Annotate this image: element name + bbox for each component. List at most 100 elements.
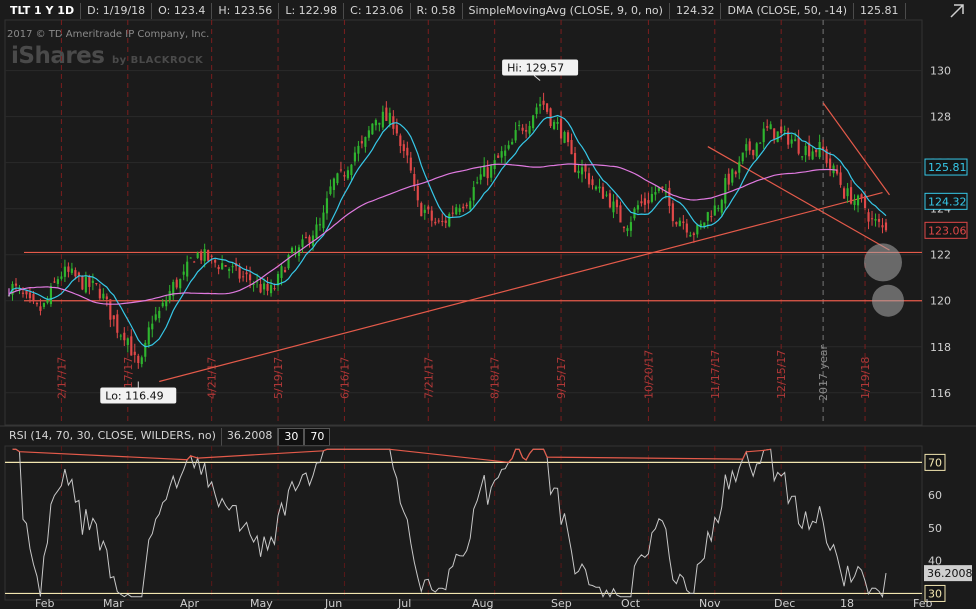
candle-body: [867, 212, 870, 222]
candle-body: [28, 292, 32, 299]
candle-body: [343, 175, 346, 177]
candle-body: [409, 157, 412, 171]
candle-body: [671, 203, 674, 222]
candle-body: [518, 125, 521, 127]
annotation-label: Lo: 116.49: [105, 390, 163, 403]
date-marker-label: 10/20/17: [642, 350, 655, 399]
year-marker-label: 2017 year: [817, 344, 830, 401]
candle-body: [14, 283, 18, 286]
candle-body: [420, 203, 423, 217]
candle-body: [546, 103, 549, 112]
candle-body: [507, 145, 510, 149]
candle-body: [776, 131, 779, 143]
candle-body: [49, 285, 53, 305]
candle-body: [682, 221, 685, 223]
candle-body: [423, 209, 426, 213]
candle-body: [755, 143, 758, 157]
candle-body: [587, 173, 591, 185]
candle-body: [692, 233, 695, 236]
candle-body: [511, 142, 514, 145]
candle-body: [350, 164, 353, 176]
candle-body: [769, 124, 772, 130]
candle-body: [720, 199, 723, 213]
candle-body: [74, 270, 77, 277]
candle-body: [315, 224, 318, 239]
candle-body: [479, 174, 482, 180]
candle-body: [154, 314, 157, 320]
candle-body: [56, 279, 59, 284]
candle-body: [301, 239, 304, 247]
candle-body: [643, 198, 646, 205]
candle-body: [689, 235, 692, 237]
candle-body: [175, 279, 178, 288]
candle-body: [35, 303, 39, 305]
candle-body: [402, 144, 405, 152]
candle-body: [437, 220, 440, 222]
candle-body: [849, 187, 853, 204]
candle-body: [102, 293, 105, 299]
candle-body: [140, 357, 143, 365]
candle-body: [773, 128, 776, 139]
candle-body: [556, 121, 559, 124]
candle-body: [165, 300, 168, 307]
candle-body: [123, 332, 126, 341]
candle-body: [224, 265, 227, 267]
rsi-value-label: 36.2008: [927, 567, 973, 580]
candle-body: [469, 201, 472, 210]
candle-body: [874, 219, 877, 221]
candle-body: [39, 306, 42, 311]
candle-body: [863, 196, 867, 209]
candle-body: [881, 225, 884, 228]
candle-body: [318, 224, 322, 226]
candle-body: [77, 272, 80, 276]
candle-body: [860, 194, 863, 199]
candle-body: [552, 121, 556, 129]
candle-body: [514, 130, 517, 141]
candle-body: [500, 151, 503, 158]
candle-body: [193, 261, 196, 263]
candle-body: [434, 221, 437, 224]
candle-body: [371, 123, 374, 135]
candle-body: [675, 222, 678, 225]
candle-body: [329, 186, 332, 195]
candle-body: [53, 281, 56, 283]
candle-body: [706, 212, 709, 221]
candle-body: [448, 214, 451, 227]
candle-body: [472, 187, 475, 201]
candle-body: [378, 122, 381, 125]
price-axis-tick: 122: [930, 249, 951, 262]
candle-body: [734, 171, 737, 175]
candle-body: [116, 314, 119, 333]
candle-body: [661, 186, 664, 189]
candle-body: [308, 236, 311, 243]
date-marker-label: 9/15/17: [555, 357, 568, 399]
candle-body: [91, 280, 94, 283]
month-axis-label: May: [250, 597, 273, 609]
month-axis-label: Apr: [180, 597, 200, 609]
candle-body: [528, 125, 531, 134]
annotation-label: Hi: 129.57: [507, 62, 564, 75]
candle-body: [713, 205, 716, 216]
candle-body: [98, 288, 101, 299]
candle-body: [566, 132, 570, 143]
candle-body: [63, 266, 66, 277]
date-marker-label: 6/16/17: [338, 357, 351, 399]
candle-body: [262, 283, 266, 290]
candle-body: [752, 149, 755, 156]
candle-body: [25, 290, 28, 295]
candle-body: [21, 292, 25, 294]
candle-body: [815, 149, 818, 153]
candle-body: [130, 336, 133, 356]
candle-body: [126, 338, 129, 346]
candle-body: [67, 266, 70, 272]
candle-body: [179, 279, 182, 289]
candle-body: [357, 145, 360, 154]
candle-body: [151, 323, 154, 330]
price-chart-canvas[interactable]: 1161181201221241261281302/17/173/17/174/…: [0, 0, 976, 609]
candle-body: [332, 178, 336, 191]
candle-body: [619, 205, 622, 223]
candle-body: [678, 220, 681, 227]
candle-body: [105, 296, 108, 300]
candle-body: [441, 220, 444, 222]
price-label-text: 124.32: [928, 195, 967, 208]
